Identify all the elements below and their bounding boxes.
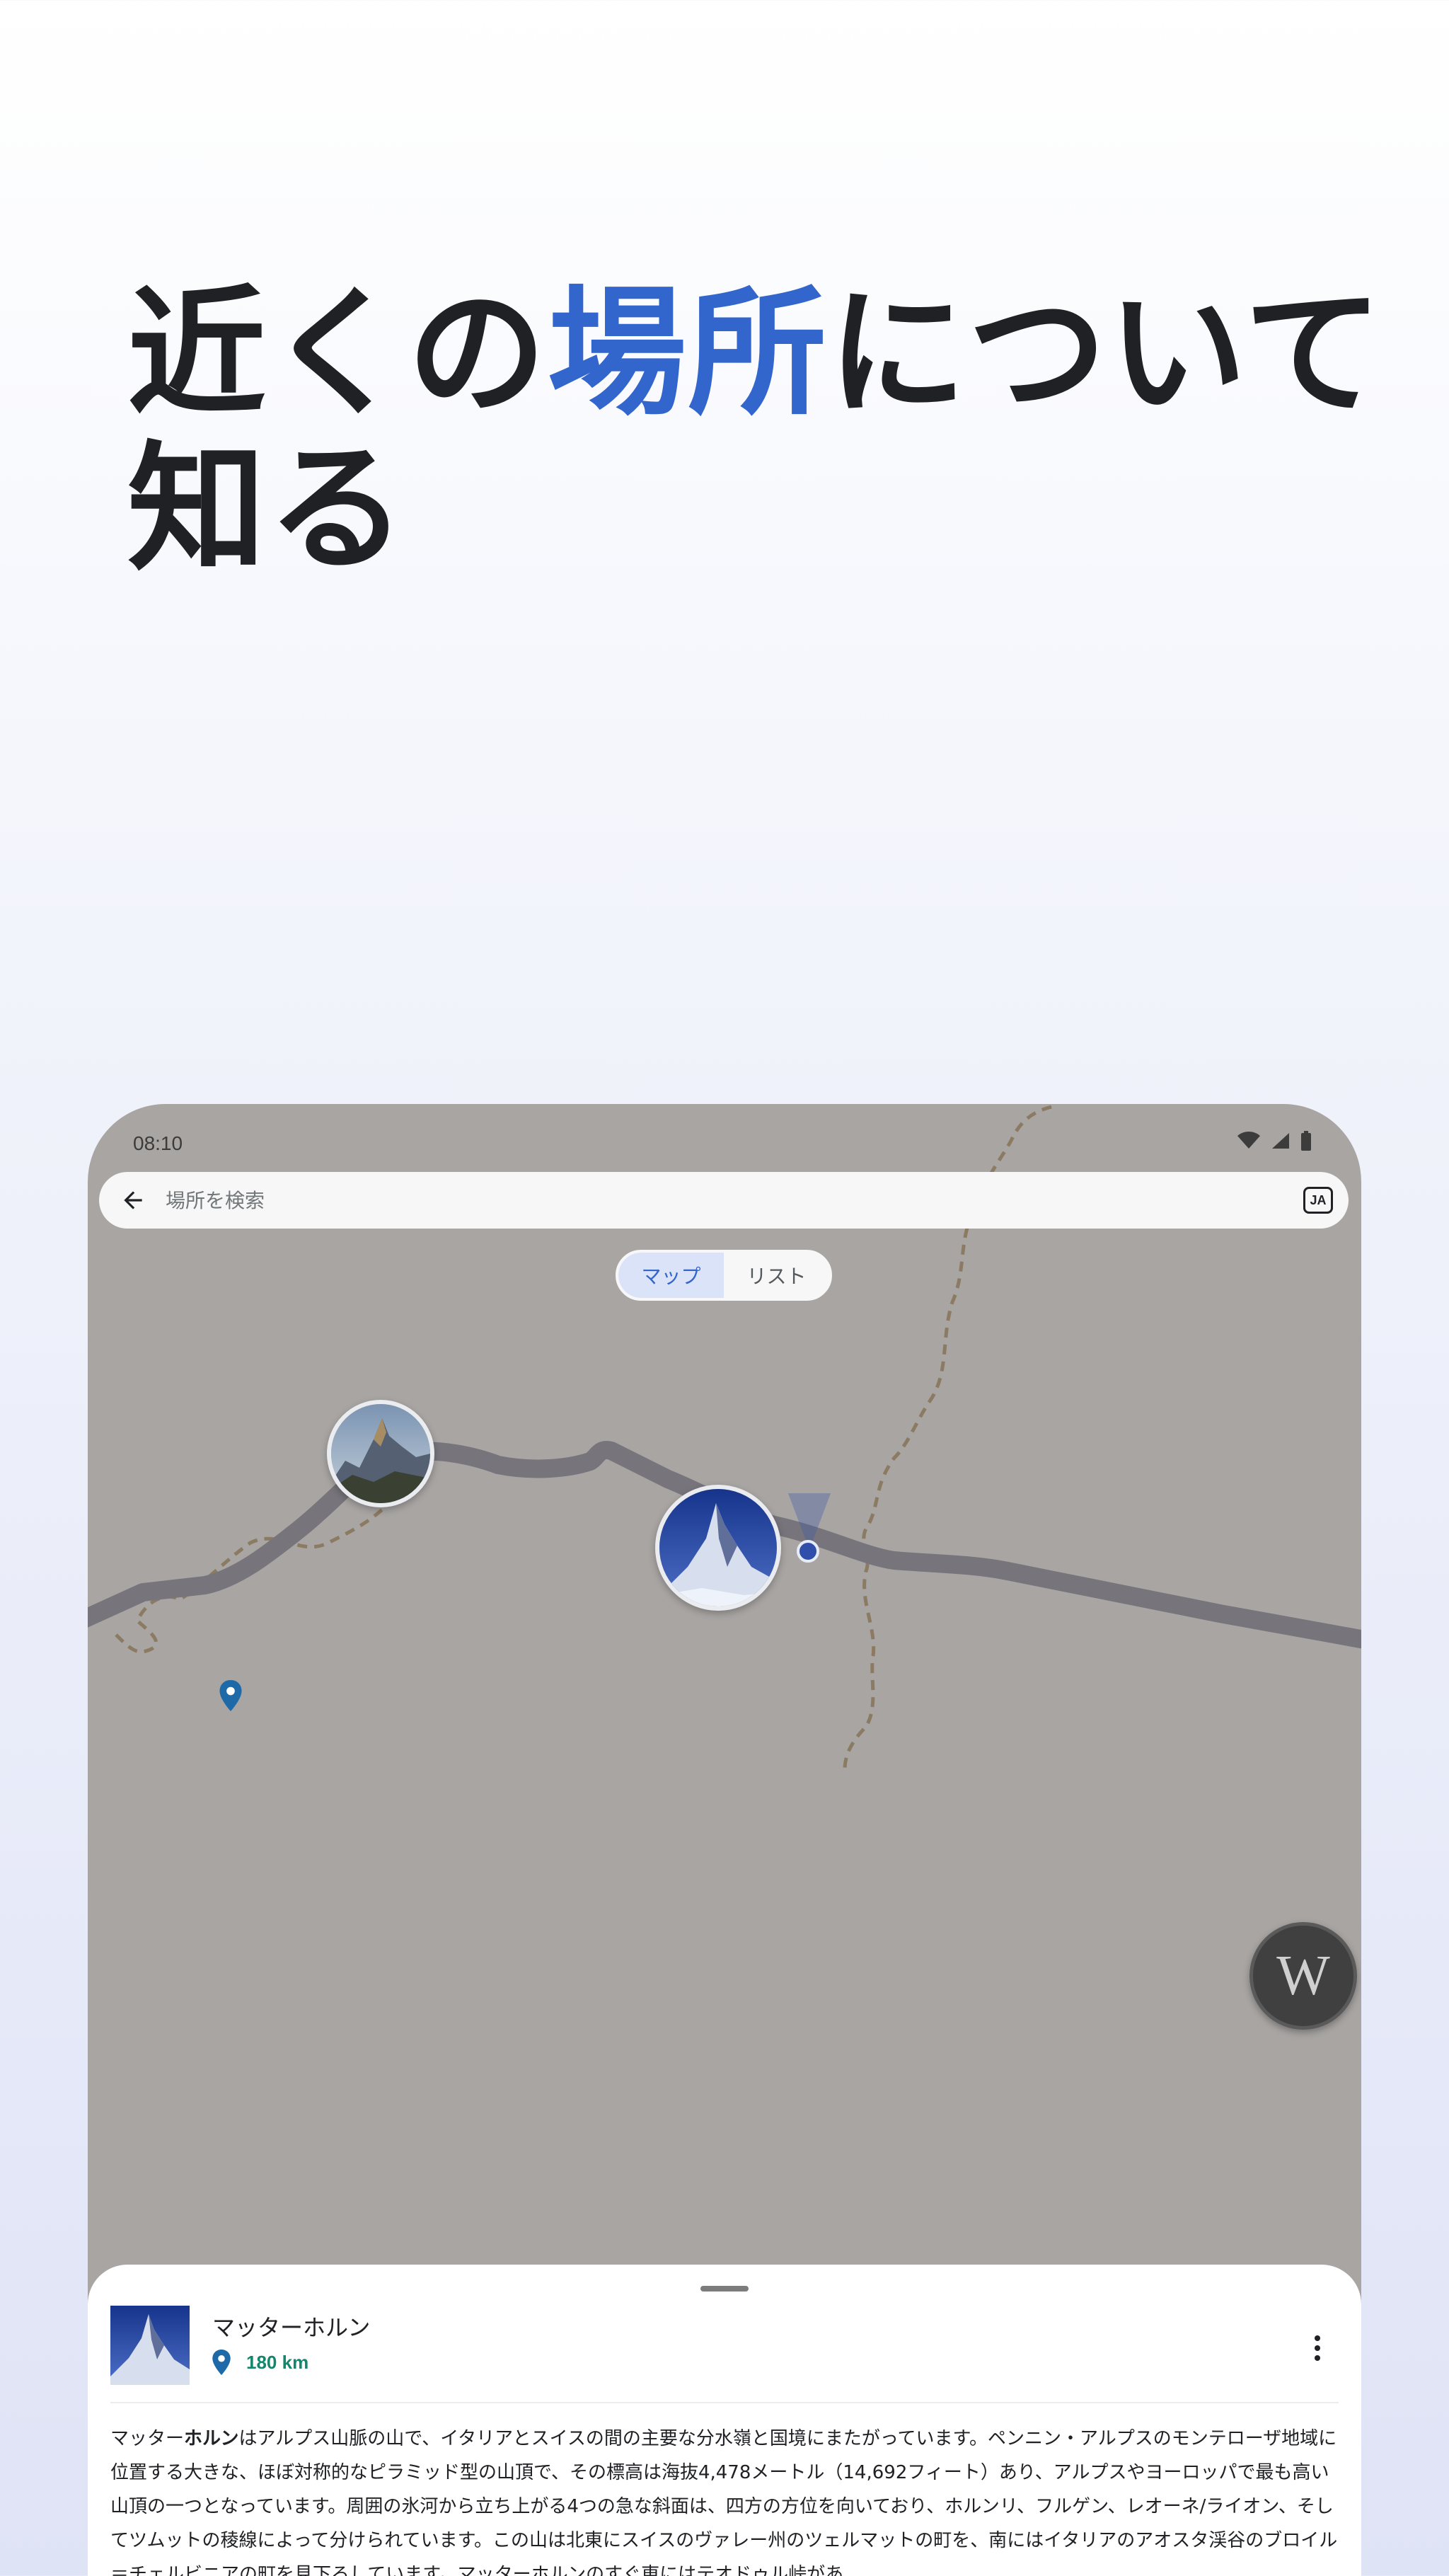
battery-icon — [1301, 1131, 1311, 1151]
arrow-back-icon — [124, 1191, 142, 1209]
more-options-button[interactable] — [1303, 2327, 1332, 2369]
place-distance: 180 km — [212, 2350, 308, 2375]
distance-text: 180 km — [246, 2351, 309, 2373]
wikipedia-button[interactable]: W — [1249, 1922, 1357, 2030]
search-bar: JA — [99, 1172, 1349, 1229]
status-bar: 08:10 — [88, 1104, 1361, 1182]
description-bold: ホルン — [184, 2428, 239, 2449]
view-toggle: マップ リスト — [616, 1250, 832, 1301]
place-marker-photo-selected[interactable] — [655, 1485, 781, 1611]
headline-line-1: 近くの場所について — [127, 276, 1384, 432]
headline-text-post: について — [828, 273, 1385, 435]
status-time: 08:10 — [133, 1132, 183, 1154]
place-marker-photo[interactable] — [327, 1400, 434, 1507]
description-prefix: マッター — [110, 2428, 185, 2449]
wifi-icon — [1237, 1132, 1260, 1149]
back-button[interactable] — [105, 1172, 161, 1229]
mountain-thumbnail-icon — [331, 1404, 430, 1503]
device-screen: 08:10 JA マップ リスト — [88, 1104, 1361, 2576]
sheet-drag-handle[interactable] — [700, 2286, 749, 2292]
sheet-divider — [110, 2402, 1339, 2403]
location-pin-icon — [212, 2350, 231, 2375]
place-thumbnail[interactable] — [110, 2306, 190, 2385]
language-button[interactable]: JA — [1303, 1187, 1333, 1214]
headline-text-accent: 場所 — [548, 273, 829, 435]
place-description: マッターホルンはアルプス山脈の山で、イタリアとスイスの間の主要な分水嶺と国境にま… — [110, 2422, 1341, 2576]
cell-signal-icon — [1272, 1133, 1289, 1149]
description-rest: はアルプス山脈の山で、イタリアとスイスの間の主要な分水嶺と国境にまたがっています… — [110, 2428, 1338, 2576]
place-title[interactable]: マッターホルン — [212, 2310, 370, 2342]
status-icons — [1237, 1131, 1312, 1151]
tab-map[interactable]: マップ — [618, 1253, 724, 1298]
matterhorn-image-icon — [110, 2306, 190, 2385]
headline: 近くの場所について 知る — [127, 276, 1384, 587]
more-dot-icon — [1315, 2355, 1320, 2361]
tab-list[interactable]: リスト — [724, 1253, 829, 1298]
place-bottom-sheet: マッターホルン 180 km マッターホルンはアルプス山脈の山で、イタリアとスイ… — [88, 2265, 1361, 2576]
headline-text-pre: 近くの — [127, 273, 548, 435]
matterhorn-thumbnail-icon — [659, 1489, 777, 1606]
map-pin-icon[interactable] — [219, 1680, 242, 1711]
search-input[interactable] — [161, 1188, 1303, 1212]
more-dot-icon — [1315, 2335, 1320, 2341]
user-location-dot — [797, 1540, 819, 1563]
more-dot-icon — [1315, 2345, 1320, 2351]
headline-line-2: 知る — [127, 429, 408, 590]
